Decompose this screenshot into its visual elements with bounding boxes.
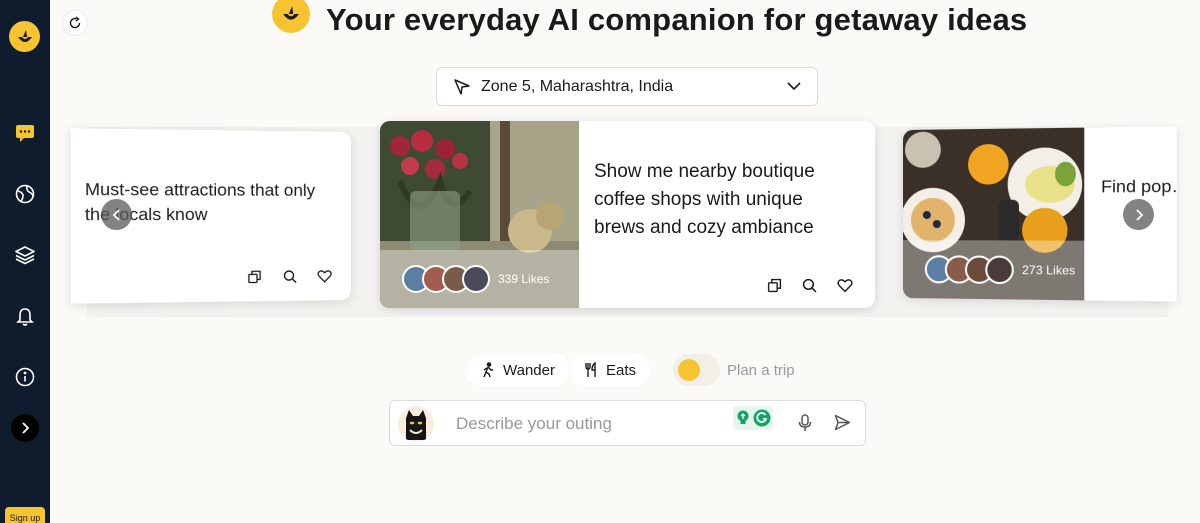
carousel-prev-button[interactable] bbox=[101, 199, 132, 230]
likes-count: 273 Likes bbox=[1022, 262, 1076, 278]
expand-sidebar-button[interactable] bbox=[11, 414, 39, 442]
likes-bar: 273 Likes bbox=[903, 240, 1085, 301]
mode-eats-button[interactable]: Eats bbox=[570, 354, 651, 386]
plan-trip-label: Plan a trip bbox=[727, 362, 795, 379]
refresh-icon bbox=[69, 16, 81, 29]
page-header: Your everyday AI companion for getaway i… bbox=[272, 0, 1027, 40]
navigation-arrow-icon bbox=[454, 78, 470, 95]
utensils-icon bbox=[585, 362, 596, 377]
copy-icon[interactable] bbox=[245, 268, 262, 285]
sidebar: Sign up bbox=[0, 0, 50, 523]
search-icon[interactable] bbox=[801, 277, 818, 294]
lightbulb-icon[interactable] bbox=[736, 410, 750, 426]
walking-icon bbox=[483, 362, 493, 378]
heart-icon[interactable] bbox=[836, 277, 853, 294]
location-selector[interactable]: Zone 5, Maharashtra, India bbox=[436, 67, 818, 106]
new-chat-button[interactable] bbox=[62, 10, 88, 36]
likes-count: 339 Likes bbox=[498, 272, 550, 286]
search-icon[interactable] bbox=[281, 267, 298, 284]
mode-wander-label: Wander bbox=[503, 361, 555, 379]
app-logo[interactable] bbox=[9, 21, 40, 52]
likes-bar: 339 Likes bbox=[380, 250, 579, 308]
avatar bbox=[462, 265, 490, 293]
carousel-next-button[interactable] bbox=[1123, 199, 1154, 230]
bell-icon[interactable] bbox=[13, 304, 37, 328]
suggestion-text: Show me nearby boutique coffee shops wit… bbox=[594, 161, 815, 238]
assistant-avatar bbox=[398, 406, 434, 442]
chevron-left-icon bbox=[112, 208, 120, 221]
mode-wander-button[interactable]: Wander bbox=[467, 354, 569, 386]
send-icon bbox=[834, 414, 851, 431]
microphone-button[interactable] bbox=[798, 414, 812, 436]
plan-trip-toggle[interactable] bbox=[673, 354, 720, 386]
page-title: Your everyday AI companion for getaway i… bbox=[326, 2, 1028, 37]
layers-icon[interactable] bbox=[13, 243, 37, 267]
chat-bubble-icon[interactable] bbox=[13, 121, 37, 145]
send-button[interactable] bbox=[834, 414, 851, 435]
globe-icon[interactable] bbox=[13, 182, 37, 206]
card-actions bbox=[766, 277, 853, 294]
card-actions bbox=[245, 267, 333, 285]
heart-icon[interactable] bbox=[316, 267, 333, 284]
extension-icons bbox=[733, 406, 773, 430]
location-value: Zone 5, Maharashtra, India bbox=[481, 77, 674, 95]
info-icon[interactable] bbox=[13, 365, 37, 389]
signup-button[interactable]: Sign up bbox=[5, 507, 45, 523]
suggestion-text: Find pop… nearby bbox=[1101, 176, 1177, 197]
grammarly-icon[interactable] bbox=[753, 409, 771, 427]
mode-eats-label: Eats bbox=[606, 361, 637, 379]
toggle-knob bbox=[678, 359, 700, 381]
describe-outing-input[interactable] bbox=[456, 411, 726, 437]
copy-icon[interactable] bbox=[766, 277, 783, 294]
chevron-right-icon bbox=[22, 422, 30, 434]
chevron-down-icon bbox=[787, 82, 801, 91]
prompt-bar bbox=[389, 400, 866, 446]
avatar bbox=[985, 255, 1014, 285]
suggestion-card[interactable]: 339 Likes Show me nearby boutique coffee… bbox=[380, 121, 875, 308]
microphone-icon bbox=[798, 414, 812, 431]
chevron-right-icon bbox=[1135, 208, 1143, 221]
title-logo-icon bbox=[272, 0, 310, 33]
